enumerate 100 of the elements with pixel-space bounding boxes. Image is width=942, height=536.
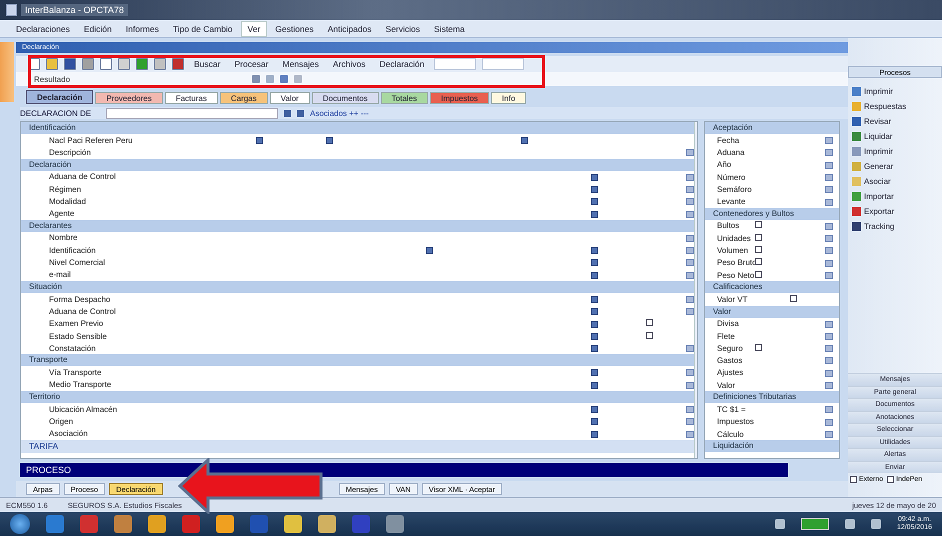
field-label: Impuestos: [716, 417, 755, 426]
app-icon[interactable]: [80, 515, 98, 533]
section-header: Territorio: [21, 391, 694, 404]
start-icon[interactable]: [10, 514, 30, 534]
window-title: InterBalanza - OPCTA78: [21, 4, 128, 16]
action-item[interactable]: Imprimir: [848, 144, 942, 159]
action-item[interactable]: Asociar: [848, 174, 942, 189]
checkbox[interactable]: [755, 344, 762, 351]
tab[interactable]: Impuestos: [430, 92, 489, 104]
toolbar-button[interactable]: Buscar: [190, 58, 224, 70]
checkbox[interactable]: [755, 246, 762, 254]
checkbox[interactable]: [646, 332, 653, 338]
checkbox[interactable]: [850, 476, 857, 483]
checkbox[interactable]: [790, 294, 797, 302]
field-label: Gastos: [716, 356, 744, 366]
tab[interactable]: Facturas: [164, 92, 218, 104]
toolbar-icon[interactable]: [46, 58, 58, 70]
checkbox[interactable]: [755, 258, 762, 266]
toolbar-icon[interactable]: [118, 58, 130, 70]
action-item[interactable]: Generar: [848, 159, 942, 174]
result-label: Resultado: [34, 74, 70, 84]
field-label: Constatación: [48, 344, 97, 353]
tab[interactable]: Valor: [270, 92, 310, 104]
scrollbar[interactable]: [694, 122, 697, 458]
app-icon[interactable]: [182, 515, 200, 533]
toolbar-button[interactable]: Mensajes: [278, 58, 323, 70]
field-label: Estado Sensible: [48, 332, 108, 340]
input-field[interactable]: [434, 58, 476, 70]
app-icon[interactable]: [284, 515, 302, 533]
dropdown-icon[interactable]: [426, 247, 433, 254]
list-icon[interactable]: [686, 149, 694, 156]
menu-item[interactable]: Informes: [120, 22, 165, 36]
checkbox[interactable]: [887, 476, 894, 483]
tab[interactable]: Totales: [380, 92, 428, 104]
field-label: Modalidad: [48, 196, 87, 206]
field-label: Agente: [48, 209, 76, 218]
field-label: Volumen: [716, 246, 750, 256]
action-item[interactable]: Respuestas: [848, 99, 942, 114]
field-label: Descripción: [48, 148, 92, 157]
toolbar-button[interactable]: Declaración: [375, 58, 428, 70]
input-field[interactable]: [482, 58, 524, 70]
checkbox[interactable]: [755, 270, 762, 278]
battery-icon[interactable]: [800, 518, 829, 530]
field-label: Nacl Paci Referen Peru: [48, 136, 134, 145]
app-icon[interactable]: [318, 515, 336, 533]
dropdown-icon[interactable]: [326, 137, 333, 144]
app-icon[interactable]: [386, 515, 404, 533]
field-label: Número: [716, 172, 746, 182]
dropdown-icon[interactable]: [256, 137, 263, 144]
field-label: Semáforo: [716, 184, 753, 194]
app-icon[interactable]: [216, 515, 234, 533]
checkbox[interactable]: [755, 221, 762, 228]
checkbox[interactable]: [646, 319, 653, 326]
menu-item[interactable]: Anticipados: [322, 22, 378, 36]
list-icon[interactable]: [686, 345, 694, 352]
toolbar-button[interactable]: Archivos: [328, 58, 370, 70]
field-label: Aduana de Control: [48, 306, 117, 316]
menu-item[interactable]: Sistema: [428, 22, 471, 36]
tab[interactable]: Documentos: [312, 92, 379, 104]
toolbar-button[interactable]: Procesar: [230, 58, 272, 70]
menu-item[interactable]: Gestiones: [269, 22, 320, 36]
action-item[interactable]: Imprimir: [848, 84, 942, 99]
section-header: Valor: [705, 306, 839, 318]
menu-item[interactable]: Tipo de Cambio: [166, 22, 239, 36]
menu-item[interactable]: Ver: [240, 20, 268, 36]
associates-link[interactable]: Asociados ++ ---: [310, 108, 369, 118]
action-item[interactable]: Tracking: [848, 219, 942, 234]
input-field[interactable]: [106, 108, 278, 118]
section-header: Declarantes: [21, 220, 694, 232]
section-header: Transporte: [21, 354, 694, 366]
field-label: Cálculo: [716, 430, 745, 439]
dropdown-icon[interactable]: [521, 137, 528, 144]
app-icon[interactable]: [114, 515, 132, 533]
field-label: Peso Neto: [716, 270, 755, 280]
menu-item[interactable]: Servicios: [380, 22, 426, 36]
app-icon[interactable]: [46, 515, 64, 533]
field-label: Régimen: [48, 184, 82, 194]
tray-icon[interactable]: [774, 519, 785, 529]
field-label: Examen Previo: [48, 319, 104, 328]
tab[interactable]: Cargas: [220, 92, 268, 104]
tab[interactable]: Declaración: [26, 90, 94, 104]
field-label: e-mail: [48, 270, 72, 280]
tab[interactable]: Info: [490, 92, 526, 104]
action-item[interactable]: Exportar: [848, 204, 942, 219]
process-bar: PROCESO: [20, 463, 788, 477]
field-label: Valor: [716, 380, 736, 390]
toolbar-icon[interactable]: [154, 58, 166, 70]
field-label: Identificación: [48, 246, 97, 255]
checkbox[interactable]: [755, 234, 762, 241]
action-item[interactable]: Liquidar: [848, 129, 942, 144]
action-item[interactable]: Revisar: [848, 114, 942, 129]
menu-item[interactable]: Edición: [78, 22, 118, 36]
menu-item[interactable]: Declaraciones: [10, 22, 76, 36]
toolbar-icon[interactable]: [64, 58, 76, 70]
section-header: Declaración: [21, 158, 694, 171]
field-label: Divisa: [716, 319, 740, 328]
toolbar-icon[interactable]: [100, 58, 112, 70]
tab[interactable]: Proveedores: [95, 92, 163, 104]
app-icon[interactable]: [148, 515, 166, 533]
action-item[interactable]: Importar: [848, 189, 942, 204]
